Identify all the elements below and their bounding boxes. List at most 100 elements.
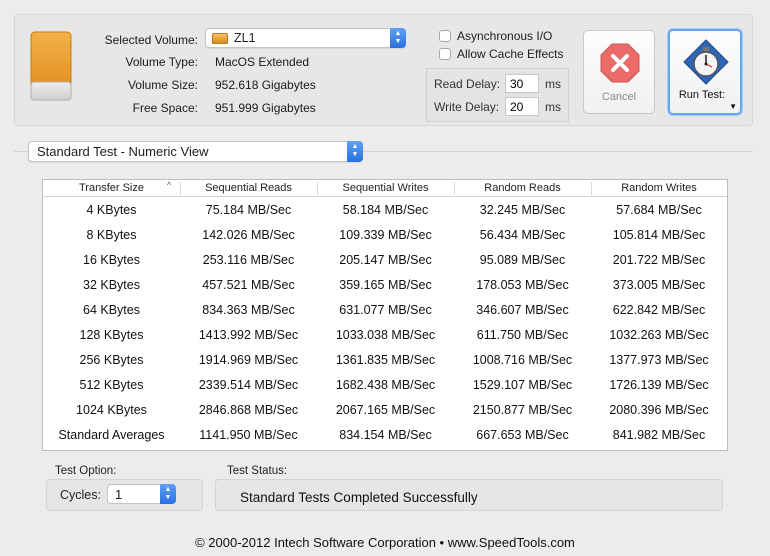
write-delay-unit: ms <box>545 100 561 114</box>
result-cell: 1682.438 MB/Sec <box>335 378 436 392</box>
view-mode-value: Standard Test - Numeric View <box>37 144 209 159</box>
result-cell: 622.842 MB/Sec <box>612 303 706 317</box>
result-cell: 142.026 MB/Sec <box>202 228 295 242</box>
divider-left <box>14 151 28 152</box>
result-cell: 1361.835 MB/Sec <box>335 353 436 367</box>
result-cell: 1726.139 MB/Sec <box>609 378 709 392</box>
cache-effects-checkbox[interactable]: Allow Cache Effects <box>439 47 564 61</box>
result-cell: 1914.969 MB/Sec <box>198 353 299 367</box>
cycles-label: Cycles: <box>60 488 101 502</box>
result-cell: 611.750 MB/Sec <box>476 328 569 342</box>
chevron-updown-icon: ▲ ▼ <box>390 28 406 48</box>
volume-size-label: Volume Size: <box>127 78 198 92</box>
result-cell: 58.184 MB/Sec <box>342 203 429 217</box>
column-header-random-writes[interactable]: Random Writes <box>591 180 727 197</box>
hard-drive-icon <box>29 30 73 112</box>
cycles-select[interactable]: 1 ▲ ▼ <box>107 484 176 504</box>
copyright-footer: © 2000-2012 Intech Software Corporation … <box>195 535 575 550</box>
write-delay-input[interactable] <box>505 97 539 116</box>
read-delay-input[interactable] <box>505 74 539 93</box>
async-io-label: Asynchronous I/O <box>457 29 553 43</box>
result-cell: 1008.716 MB/Sec <box>472 353 573 367</box>
result-cell: 105.814 MB/Sec <box>612 228 706 242</box>
checkbox-box[interactable] <box>439 48 451 60</box>
result-cell: 841.982 MB/Sec <box>612 428 706 442</box>
divider-right <box>363 151 753 152</box>
delay-settings-box: Read Delay: ms Write Delay: ms <box>426 68 569 122</box>
transfer-size-cell: 16 KBytes <box>83 253 140 267</box>
selected-volume-label: Selected Volume: <box>104 33 198 47</box>
column-header-seq-reads[interactable]: Sequential Reads <box>180 180 317 197</box>
disk-icon <box>212 33 228 44</box>
table-row[interactable]: Standard Averages 1141.950 MB/Sec 834.154 … <box>43 423 727 448</box>
cycles-value: 1 <box>115 487 123 502</box>
checkbox-box[interactable] <box>439 30 451 42</box>
result-cell: 57.684 MB/Sec <box>616 203 702 217</box>
table-row[interactable]: 128 KBytes 1413.992 MB/Sec 1033.038 MB/Sec… <box>43 323 727 348</box>
result-cell: 2067.165 MB/Sec <box>335 403 436 417</box>
run-test-label: Run Test: <box>678 89 726 101</box>
transfer-size-cell: 8 KBytes <box>86 228 137 242</box>
result-cell: 2846.868 MB/Sec <box>198 403 299 417</box>
sort-ascending-icon: ^ <box>167 180 172 190</box>
table-row[interactable]: 16 KBytes 253.116 MB/Sec 205.147 MB/Sec 95.… <box>43 248 727 273</box>
result-cell: 667.653 MB/Sec <box>476 428 569 442</box>
cache-effects-label: Allow Cache Effects <box>457 47 564 61</box>
result-cell: 2150.877 MB/Sec <box>472 403 573 417</box>
results-table: Transfer Size ^ Sequential Reads Sequent… <box>42 179 728 451</box>
volume-select-value: ZL1 <box>234 31 256 45</box>
column-header-random-reads[interactable]: Random Reads <box>454 180 591 197</box>
cancel-button[interactable]: Cancel <box>583 30 655 114</box>
volume-select[interactable]: ZL1 ▲ ▼ <box>205 28 406 48</box>
result-cell: 631.077 MB/Sec <box>339 303 432 317</box>
chevron-updown-icon: ▲ ▼ <box>347 141 363 162</box>
result-cell: 346.607 MB/Sec <box>476 303 569 317</box>
table-row[interactable]: 1024 KBytes 2846.868 MB/Sec 2067.165 MB/Se… <box>43 398 727 423</box>
result-cell: 109.339 MB/Sec <box>339 228 432 242</box>
result-cell: 205.147 MB/Sec <box>339 253 432 267</box>
result-cell: 1032.263 MB/Sec <box>609 328 709 342</box>
run-test-button[interactable]: Run Test: ▼ <box>668 29 742 115</box>
result-cell: 1413.992 MB/Sec <box>198 328 299 342</box>
transfer-size-cell: 512 KBytes <box>79 378 144 392</box>
transfer-size-cell: 64 KBytes <box>83 303 140 317</box>
column-header-transfer-size[interactable]: Transfer Size <box>43 180 180 197</box>
result-cell: 2339.514 MB/Sec <box>198 378 299 392</box>
result-cell: 834.154 MB/Sec <box>339 428 432 442</box>
read-delay-label: Read Delay: <box>434 77 501 91</box>
table-row[interactable]: 64 KBytes 834.363 MB/Sec 631.077 MB/Sec 346… <box>43 298 727 323</box>
volume-type-label: Volume Type: <box>125 55 199 69</box>
stopwatch-icon <box>683 39 729 85</box>
transfer-size-cell: Standard Averages <box>58 428 165 442</box>
result-cell: 1529.107 MB/Sec <box>472 378 573 392</box>
table-header: Transfer Size ^ Sequential Reads Sequent… <box>43 180 727 197</box>
view-mode-select[interactable]: Standard Test - Numeric View ▲ ▼ <box>28 141 363 162</box>
dropdown-arrow-icon[interactable]: ▼ <box>729 102 737 111</box>
result-cell: 834.363 MB/Sec <box>202 303 295 317</box>
transfer-size-cell: 128 KBytes <box>79 328 144 342</box>
chevron-updown-icon: ▲ ▼ <box>160 484 176 504</box>
volume-type-value: MacOS Extended <box>215 55 310 69</box>
result-cell: 178.053 MB/Sec <box>476 278 569 292</box>
result-cell: 359.165 MB/Sec <box>339 278 432 292</box>
result-cell: 373.005 MB/Sec <box>612 278 706 292</box>
test-status-label: Test Status: <box>227 465 288 477</box>
write-delay-label: Write Delay: <box>434 100 500 114</box>
async-io-checkbox[interactable]: Asynchronous I/O <box>439 29 552 43</box>
test-status-value: Standard Tests Completed Successfully <box>240 490 478 505</box>
result-cell: 1141.950 MB/Sec <box>199 428 298 442</box>
table-row[interactable]: 4 KBytes 75.184 MB/Sec 58.184 MB/Sec 32.245… <box>43 198 727 223</box>
result-cell: 32.245 MB/Sec <box>479 203 566 217</box>
table-row[interactable]: 512 KBytes 2339.514 MB/Sec 1682.438 MB/Sec… <box>43 373 727 398</box>
cancel-label: Cancel <box>601 91 637 103</box>
volume-size-value: 952.618 Gigabytes <box>215 78 316 92</box>
result-cell: 457.521 MB/Sec <box>202 278 295 292</box>
column-header-seq-writes[interactable]: Sequential Writes <box>317 180 454 197</box>
test-option-label: Test Option: <box>55 465 117 477</box>
result-cell: 2080.396 MB/Sec <box>609 403 709 417</box>
table-row[interactable]: 256 KBytes 1914.969 MB/Sec 1361.835 MB/Sec… <box>43 348 727 373</box>
result-cell: 75.184 MB/Sec <box>205 203 292 217</box>
table-row[interactable]: 8 KBytes 142.026 MB/Sec 109.339 MB/Sec 56.4… <box>43 223 727 248</box>
result-cell: 1377.973 MB/Sec <box>609 353 709 367</box>
table-row[interactable]: 32 KBytes 457.521 MB/Sec 359.165 MB/Sec 178… <box>43 273 727 298</box>
